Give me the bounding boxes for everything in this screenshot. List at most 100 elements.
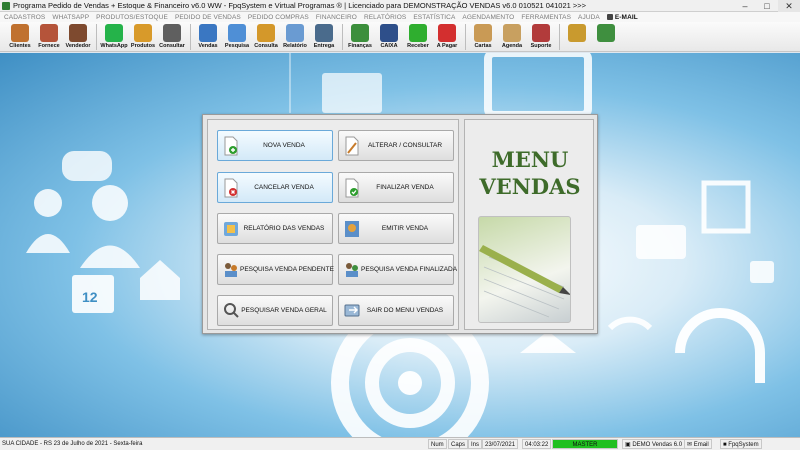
toolbar-button-cartas[interactable]: Cartas	[469, 22, 497, 52]
toolbar-button-relatorio[interactable]: Relatório	[281, 22, 309, 52]
toolbar-button-pesquisa[interactable]: Pesquisa	[223, 22, 251, 52]
toolbar-label: Cartas	[474, 43, 492, 49]
toolbar-label: Vendas	[198, 43, 218, 49]
wifi-shape	[607, 316, 653, 331]
toolbar-button-fornece[interactable]: Fornece	[35, 22, 63, 52]
coins-icon	[568, 24, 586, 42]
briefcase-shape	[636, 225, 686, 259]
agenda-icon	[503, 24, 521, 42]
person-body-2	[26, 234, 70, 253]
close-button[interactable]: ✕	[778, 0, 800, 12]
sales-icon	[199, 24, 217, 42]
toolbar-button-produtos[interactable]: Produtos	[129, 22, 157, 52]
minimize-button[interactable]: –	[734, 0, 756, 12]
menu-heading-line-2: VENDAS	[479, 174, 581, 199]
general-sale-search-label: PESQUISAR VENDA GERAL	[241, 307, 327, 314]
toolbar-button-vendedor[interactable]: Vendedor	[64, 22, 92, 52]
toolbar-label: Suporte	[530, 43, 552, 49]
toolbar-button-receber[interactable]: Receber	[404, 22, 432, 52]
toolbar-button-whatsapp[interactable]: WhatsApp	[100, 22, 128, 52]
menu-heading-box: MENU VENDAS	[464, 119, 594, 330]
toolbar-separator	[342, 24, 343, 50]
status-bar: SUA CIDADE - RS 23 de Julho de 2021 - Se…	[0, 437, 800, 450]
alter-consult-button[interactable]: ALTERAR / CONSULTAR	[338, 130, 454, 161]
toolbar-label: Vendedor	[65, 43, 91, 49]
envelope-icon	[606, 14, 613, 20]
menu-pedido-vendas[interactable]: PEDIDO DE VENDAS	[175, 14, 241, 21]
new-sale-label: NOVA VENDA	[263, 142, 305, 149]
status-email-icon: ✉	[687, 442, 694, 448]
status-email[interactable]: ✉ Email	[684, 439, 712, 449]
toolbar-label: Consultar	[159, 43, 185, 49]
status-num: Num	[428, 439, 447, 449]
menu-financeiro[interactable]: FINANCEIRO	[316, 14, 357, 21]
menu-ajuda[interactable]: AJUDA	[578, 14, 600, 21]
report-icon	[286, 24, 304, 42]
toolbar-button-agenda[interactable]: Agenda	[498, 22, 526, 52]
finalize-sale-button[interactable]: FINALIZAR VENDA	[338, 172, 454, 203]
menu-whatsapp[interactable]: WHATSAPP	[52, 14, 89, 21]
toolbar-separator	[190, 24, 191, 50]
calendar-day: 12	[82, 289, 98, 305]
toolbar-button-financas[interactable]: Finanças	[346, 22, 374, 52]
general-sale-search-button[interactable]: PESQUISAR VENDA GERAL	[217, 295, 333, 326]
delivery-icon	[315, 24, 333, 42]
toolbar-label: Finanças	[348, 43, 372, 49]
clients-icon	[11, 24, 29, 42]
finalize-sale-icon	[343, 178, 361, 198]
toolbar-label: Relatório	[283, 43, 307, 49]
toolbar-button-clientes[interactable]: Clientes	[6, 22, 34, 52]
app-icon	[2, 1, 10, 10]
toolbar-button-coins[interactable]	[563, 22, 591, 52]
toolbar-button-exit[interactable]	[592, 22, 620, 52]
maximize-button[interactable]: □	[756, 0, 778, 12]
toolbar-button-suporte[interactable]: Suporte	[527, 22, 555, 52]
toolbar-button-vendas[interactable]: Vendas	[194, 22, 222, 52]
menu-ferramentas[interactable]: FERRAMENTAS	[521, 14, 571, 21]
edit-pencil-icon	[343, 136, 361, 156]
monitor-shape	[484, 53, 592, 119]
toolbar-button-entrega[interactable]: Entrega	[310, 22, 338, 52]
toolbar-button-caixa[interactable]: CAIXA	[375, 22, 403, 52]
status-ins: Ins	[468, 439, 483, 449]
toolbar-button-a-pagar[interactable]: A Pagar	[433, 22, 461, 52]
menu-produtos-estoque[interactable]: PRODUTOS/ESTOQUE	[96, 14, 168, 21]
sales-report-button[interactable]: RELATÓRIO DAS VENDAS	[217, 213, 333, 244]
status-date: 23/07/2021	[482, 439, 519, 449]
menu-relatorios[interactable]: RELATÓRIOS	[364, 14, 406, 21]
pay-icon	[438, 24, 456, 42]
toolbar-separator	[559, 24, 560, 50]
finished-sale-search-label: PESQUISA VENDA FINALIZADA	[361, 266, 458, 273]
status-city-date: SUA CIDADE - RS 23 de Julho de 2021 - Se…	[2, 441, 143, 447]
query-icon	[257, 24, 275, 42]
menu-pedido-compras[interactable]: PEDIDO COMPRAS	[248, 14, 309, 21]
status-brand-label: FpqSystem	[728, 442, 759, 448]
emit-sale-button[interactable]: EMITIR VENDA	[338, 213, 454, 244]
menu-agendamento[interactable]: AGENDAMENTO	[462, 14, 514, 21]
menu-estatistica[interactable]: ESTATÍSTICA	[413, 14, 455, 21]
new-sale-icon	[222, 136, 240, 156]
sales-report-label: RELATÓRIO DAS VENDAS	[243, 225, 325, 232]
new-sale-button[interactable]: NOVA VENDA	[217, 130, 333, 161]
toolbar-button-consultar[interactable]: Consultar	[158, 22, 186, 52]
menu-email-label: E-MAIL	[614, 13, 638, 21]
status-caps: Caps	[448, 439, 469, 449]
finished-sale-search-button[interactable]: PESQUISA VENDA FINALIZADA	[338, 254, 457, 285]
receive-icon	[409, 24, 427, 42]
menu-email[interactable]: E-MAIL	[606, 13, 638, 21]
menu-bar: CADASTROS WHATSAPP PRODUTOS/ESTOQUE PEDI…	[0, 12, 800, 22]
status-time: 04:03:22	[522, 439, 552, 449]
supplier-icon	[40, 24, 58, 42]
general-search-icon	[222, 301, 240, 321]
letters-icon	[474, 24, 492, 42]
toolbar-button-consulta[interactable]: Consulta	[252, 22, 280, 52]
pending-sale-search-button[interactable]: PESQUISA VENDA PENDENTE	[217, 254, 334, 285]
cancel-sale-button[interactable]: CANCELAR VENDA	[217, 172, 333, 203]
pen-body	[479, 245, 563, 293]
seller-icon	[69, 24, 87, 42]
exit-sales-menu-button[interactable]: SAIR DO MENU VENDAS	[338, 295, 454, 326]
toolbar-label: Agenda	[501, 43, 523, 49]
window-controls: – □ ✕	[734, 0, 800, 12]
menu-cadastros[interactable]: CADASTROS	[4, 14, 45, 21]
chat-bubble	[62, 151, 112, 181]
